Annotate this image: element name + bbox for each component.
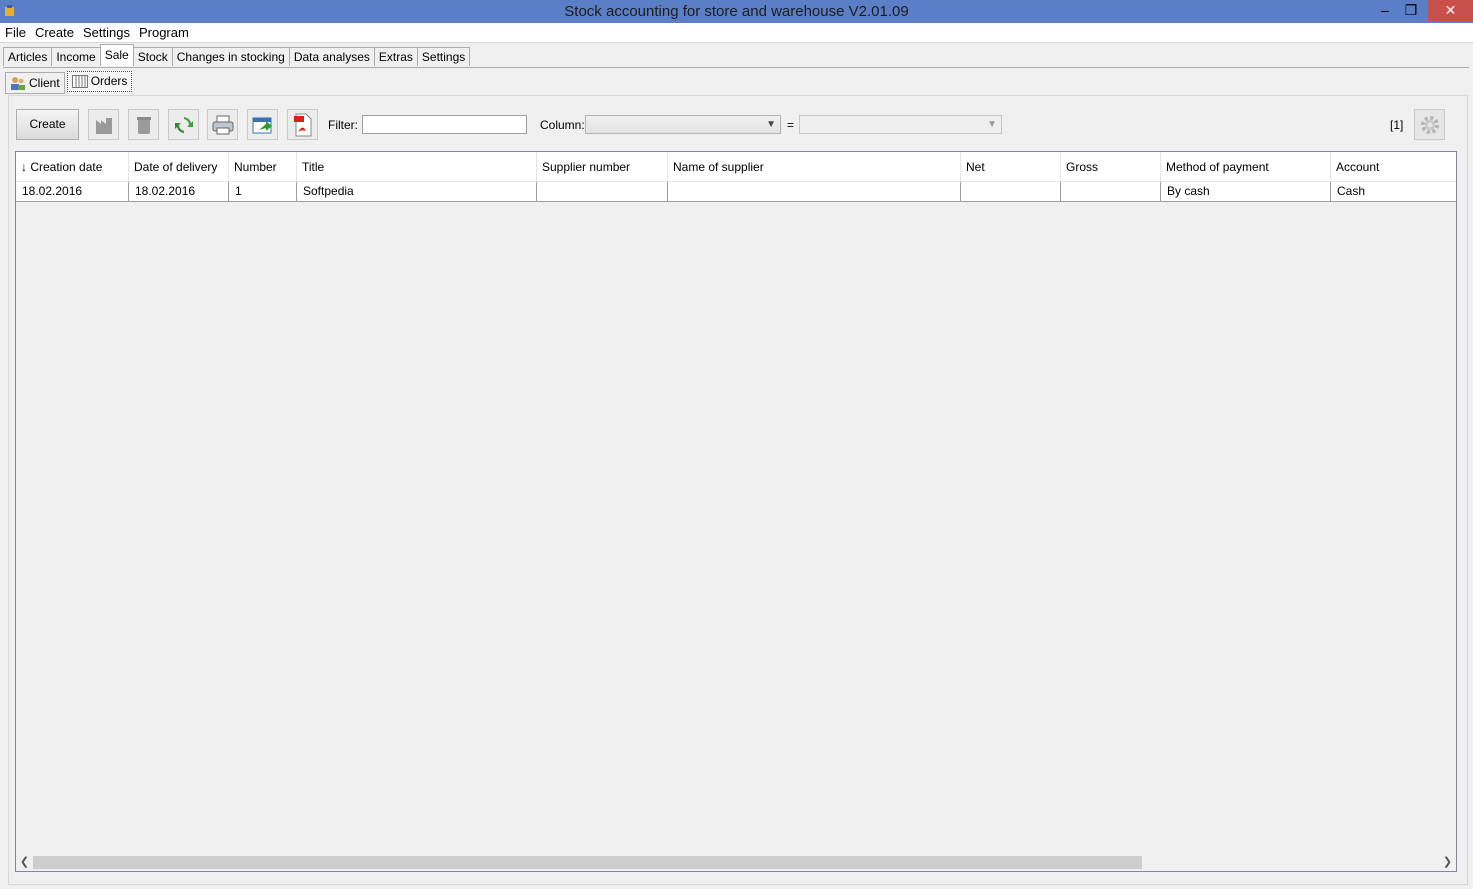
column-header-number[interactable]: Number	[229, 152, 297, 181]
cell-account[interactable]: Cash	[1331, 182, 1456, 201]
cell-name-of-supplier[interactable]	[668, 182, 961, 201]
column-header-account[interactable]: Account	[1331, 152, 1456, 181]
scrollbar-thumb[interactable]	[33, 856, 1142, 869]
edit-icon	[95, 117, 112, 134]
pdf-icon	[293, 113, 311, 136]
column-header-creation-date[interactable]: ↓ Creation date	[16, 152, 129, 181]
refresh-icon	[174, 116, 193, 133]
column-header-name-of-supplier[interactable]: Name of supplier	[668, 152, 961, 181]
print-button[interactable]	[207, 109, 238, 140]
menu-settings[interactable]: Settings	[78, 23, 134, 40]
cell-creation-date[interactable]: 18.02.2016	[16, 182, 129, 201]
horizontal-scrollbar[interactable]: ❮ ❯	[16, 854, 1456, 871]
filter-input[interactable]	[362, 115, 527, 134]
chevron-down-icon: ▼	[766, 119, 776, 130]
column-header-date-of-delivery[interactable]: Date of delivery	[129, 152, 229, 181]
tab-settings[interactable]: Settings	[416, 47, 471, 66]
equals-label: =	[787, 118, 795, 132]
delete-button[interactable]	[128, 109, 159, 140]
value-select[interactable]: ▼	[799, 115, 1002, 134]
column-header-method-of-payment[interactable]: Method of payment	[1161, 152, 1331, 181]
orders-table: ↓ Creation date Date of delivery Number …	[15, 151, 1457, 872]
column-header-supplier-number[interactable]: Supplier number	[537, 152, 668, 181]
subtab-client[interactable]: Client	[5, 72, 65, 94]
minimize-button[interactable]: ‒	[1372, 0, 1398, 21]
subtab-orders-label: Orders	[90, 74, 128, 88]
menu-program[interactable]: Program	[134, 23, 193, 40]
export-button[interactable]	[247, 109, 278, 140]
menu-bar: File Create Settings Program	[0, 23, 1473, 43]
column-header-title[interactable]: Title	[297, 152, 537, 181]
filter-label: Filter:	[328, 118, 358, 132]
tab-extras[interactable]: Extras	[373, 47, 418, 66]
table-header: ↓ Creation date Date of delivery Number …	[16, 152, 1456, 182]
close-button[interactable]: ✕	[1428, 0, 1473, 21]
chevron-down-icon: ▼	[987, 119, 997, 130]
trash-icon	[136, 116, 151, 134]
table-row[interactable]: 18.02.2016 18.02.2016 1 Softpedia By cas…	[16, 182, 1456, 202]
scroll-right-icon[interactable]: ❯	[1439, 854, 1456, 871]
scroll-left-icon[interactable]: ❮	[16, 854, 33, 871]
column-label: Column:	[540, 118, 585, 132]
column-select[interactable]: ▼	[585, 115, 781, 134]
pdf-button[interactable]	[287, 109, 318, 140]
tab-stock[interactable]: Stock	[132, 47, 173, 66]
cell-date-of-delivery[interactable]: 18.02.2016	[129, 182, 229, 201]
subtab-orders[interactable]: Orders	[66, 71, 133, 92]
cell-supplier-number[interactable]	[537, 182, 668, 201]
client-icon	[11, 77, 25, 90]
tab-articles[interactable]: Articles	[3, 47, 53, 66]
title-bar: Stock accounting for store and warehouse…	[0, 0, 1473, 23]
orders-icon	[71, 75, 88, 88]
tab-data-analyses[interactable]: Data analyses	[288, 47, 375, 66]
cell-net[interactable]	[961, 182, 1061, 201]
cell-method-of-payment[interactable]: By cash	[1161, 182, 1331, 201]
refresh-button[interactable]	[168, 109, 199, 140]
column-header-net[interactable]: Net	[961, 152, 1061, 181]
record-count: [1]	[1390, 118, 1404, 132]
menu-file[interactable]: File	[0, 23, 30, 40]
tab-panel-border	[3, 67, 1469, 68]
subtab-client-label: Client	[29, 75, 60, 90]
cell-number[interactable]: 1	[229, 182, 297, 201]
settings-button[interactable]	[1414, 109, 1445, 140]
column-header-gross[interactable]: Gross	[1061, 152, 1161, 181]
window-title: Stock accounting for store and warehouse…	[564, 3, 909, 20]
tab-sale[interactable]: Sale	[99, 44, 134, 66]
gear-icon	[1420, 115, 1439, 134]
menu-create[interactable]: Create	[30, 23, 78, 40]
export-icon	[252, 117, 272, 133]
edit-button[interactable]	[88, 109, 119, 140]
create-button[interactable]: Create	[16, 109, 79, 140]
cell-gross[interactable]	[1061, 182, 1161, 201]
maximize-button[interactable]: ❐	[1398, 0, 1424, 21]
sub-tabs: Client Orders	[5, 71, 134, 94]
printer-icon	[212, 115, 233, 134]
tab-income[interactable]: Income	[51, 47, 101, 66]
main-tabs: Articles Income Sale Stock Changes in st…	[3, 44, 471, 67]
cell-title[interactable]: Softpedia	[297, 182, 537, 201]
tab-changes-in-stocking[interactable]: Changes in stocking	[171, 47, 290, 66]
